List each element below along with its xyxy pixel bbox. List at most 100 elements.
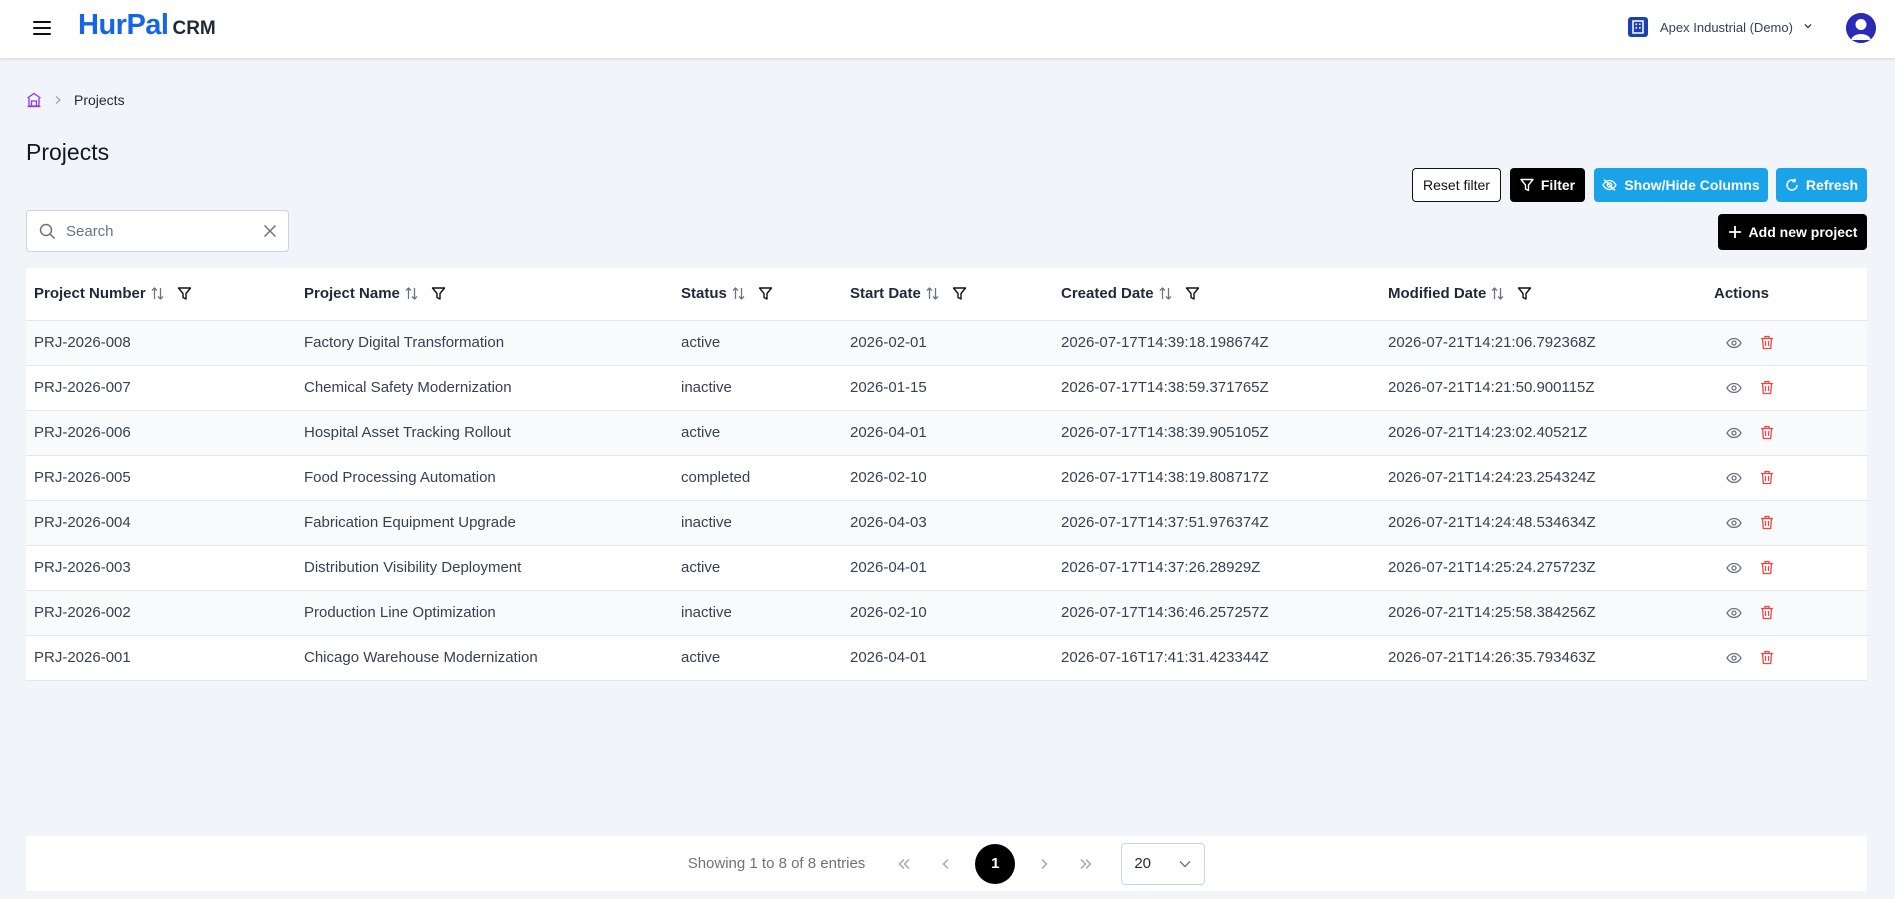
filter-icon[interactable] [952,286,967,301]
chevron-down-icon [1178,859,1192,869]
view-eye-icon[interactable] [1726,472,1742,484]
company-name: Apex Industrial (Demo) [1660,19,1793,35]
view-eye-icon[interactable] [1726,517,1742,529]
filter-icon[interactable] [431,286,446,301]
view-eye-icon[interactable] [1726,652,1742,664]
show-hide-columns-button[interactable]: Show/Hide Columns [1594,168,1768,202]
table-header-row: Project Number Project Name Status Start Da… [26,268,1867,321]
filter-icon[interactable] [1517,286,1532,301]
table-row: PRJ-2026-003 Distribution Visibility Depl… [26,545,1867,591]
table-row: PRJ-2026-002 Production Line Optimization… [26,590,1867,636]
menu-icon[interactable] [30,17,54,41]
delete-trash-icon[interactable] [1760,425,1774,440]
pagination-info: Showing 1 to 8 of 8 entries [687,855,866,872]
cell-project-name: Food Processing Automation [296,455,673,501]
filter-icon[interactable] [177,286,192,301]
view-eye-icon[interactable] [1726,607,1742,619]
refresh-button[interactable]: Refresh [1776,168,1867,202]
clear-search-icon[interactable] [262,223,278,239]
cell-project-number: PRJ-2026-001 [26,635,296,681]
user-avatar-icon[interactable] [1846,13,1876,43]
cell-project-name: Factory Digital Transformation [296,320,673,366]
home-icon[interactable] [26,92,42,108]
table-row: PRJ-2026-007 Chemical Safety Modernizatio… [26,365,1867,411]
delete-trash-icon[interactable] [1760,560,1774,575]
brand-logo[interactable]: HurPal CRM [78,9,216,42]
previous-page-icon[interactable] [931,849,961,879]
sort-icon[interactable] [1158,286,1173,301]
cell-modified-date: 2026-07-21T14:25:58.384256Z [1380,590,1706,636]
page-title: Projects [26,139,110,165]
delete-trash-icon[interactable] [1760,380,1774,395]
rows-per-page-select[interactable]: 20 [1121,842,1206,885]
plus-icon [1728,226,1741,238]
delete-trash-icon[interactable] [1760,515,1774,530]
next-page-icon[interactable] [1029,849,1059,879]
column-header-label: Actions [1714,285,1770,303]
cell-status: inactive [673,590,842,636]
cell-project-number: PRJ-2026-006 [26,410,296,456]
filter-button[interactable]: Filter [1510,168,1585,202]
cell-project-name: Hospital Asset Tracking Rollout [296,410,673,456]
view-eye-icon[interactable] [1726,337,1742,349]
first-page-icon[interactable] [889,849,919,879]
cell-status: inactive [673,500,842,546]
column-header-label: Project Number [34,285,146,303]
column-header-label: Modified Date [1388,285,1487,303]
cell-status: active [673,410,842,456]
last-page-icon[interactable] [1071,849,1101,879]
view-eye-icon[interactable] [1726,427,1742,439]
eye-off-icon [1602,179,1618,191]
search-box [26,210,289,252]
cell-start-date: 2026-04-01 [842,545,1053,591]
cell-status: active [673,545,842,591]
search-icon [39,223,56,240]
cell-modified-date: 2026-07-21T14:25:24.275723Z [1380,545,1706,591]
column-header-project-number[interactable]: Project Number [26,268,296,321]
sort-icon[interactable] [925,286,940,301]
sort-icon[interactable] [1490,286,1505,301]
add-new-project-label: Add new project [1748,224,1858,240]
reset-filter-button[interactable]: Reset filter [1412,168,1501,202]
sort-icon[interactable] [731,286,746,301]
filter-label: Filter [1540,177,1576,193]
column-header-project-name[interactable]: Project Name [296,268,673,321]
cell-project-number: PRJ-2026-007 [26,365,296,411]
sort-icon[interactable] [150,286,165,301]
current-page-button[interactable]: 1 [975,843,1016,884]
sort-icon[interactable] [404,286,419,301]
show-hide-columns-label: Show/Hide Columns [1624,177,1760,193]
cell-project-name: Chicago Warehouse Modernization [296,635,673,681]
column-header-created-date[interactable]: Created Date [1053,268,1380,321]
company-switcher[interactable]: Apex Industrial (Demo) [1628,15,1813,39]
column-header-label: Project Name [304,285,400,303]
table-row: PRJ-2026-005 Food Processing Automation co… [26,455,1867,501]
cell-actions [1706,500,1867,546]
filter-icon[interactable] [758,286,773,301]
cell-project-number: PRJ-2026-008 [26,320,296,366]
cell-status: inactive [673,365,842,411]
column-header-start-date[interactable]: Start Date [842,268,1053,321]
add-new-project-button[interactable]: Add new project [1718,214,1867,250]
cell-project-number: PRJ-2026-002 [26,590,296,636]
cell-actions [1706,455,1867,501]
column-header-status[interactable]: Status [673,268,842,321]
search-input[interactable] [66,222,246,240]
delete-trash-icon[interactable] [1760,335,1774,350]
cell-project-name: Chemical Safety Modernization [296,365,673,411]
column-header-actions: Actions [1706,268,1867,321]
view-eye-icon[interactable] [1726,562,1742,574]
delete-trash-icon[interactable] [1760,470,1774,485]
column-header-modified-date[interactable]: Modified Date [1380,268,1706,321]
table-body: PRJ-2026-008 Factory Digital Transformati… [26,320,1867,681]
cell-created-date: 2026-07-17T14:37:26.28929Z [1053,545,1380,591]
cell-status: active [673,635,842,681]
delete-trash-icon[interactable] [1760,605,1774,620]
cell-project-number: PRJ-2026-005 [26,455,296,501]
building-icon [1628,17,1648,37]
view-eye-icon[interactable] [1726,382,1742,394]
delete-trash-icon[interactable] [1760,650,1774,665]
filter-icon[interactable] [1185,286,1200,301]
cell-modified-date: 2026-07-21T14:24:48.534634Z [1380,500,1706,546]
cell-actions [1706,545,1867,591]
